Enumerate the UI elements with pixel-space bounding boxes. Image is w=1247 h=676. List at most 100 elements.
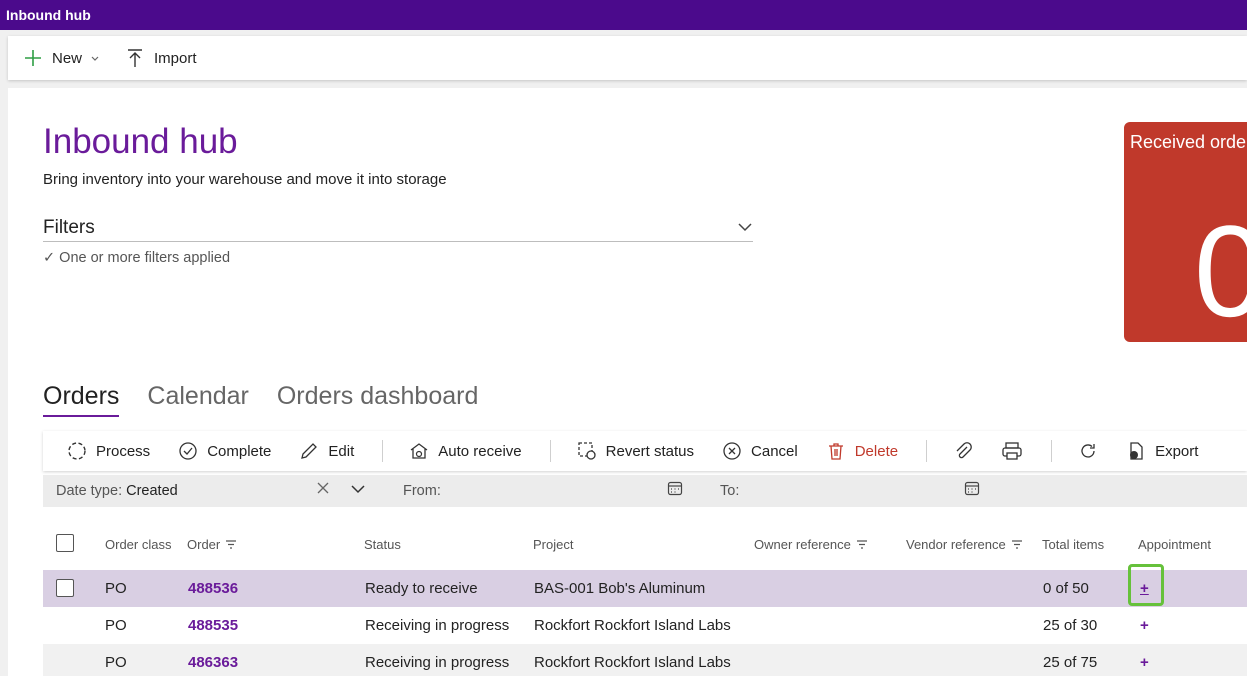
add-appointment-button[interactable]: + xyxy=(1140,617,1149,634)
filters-applied-note: ✓ One or more filters applied xyxy=(43,250,231,266)
filters-toggle[interactable]: Filters xyxy=(43,214,753,242)
trash-icon xyxy=(826,441,846,461)
paperclip-icon[interactable] xyxy=(953,441,973,461)
toolbar-divider xyxy=(549,440,551,462)
revert-status-button[interactable]: Revert status xyxy=(577,441,694,461)
cell-status: Receiving in progress xyxy=(365,617,510,634)
tile-title: Received orders xyxy=(1130,132,1247,152)
column-header-status[interactable]: Status xyxy=(364,537,401,552)
tile-count: 0 xyxy=(1194,198,1247,342)
process-label: Process xyxy=(96,442,151,460)
process-button[interactable]: Process xyxy=(67,441,150,461)
page-title: Inbound hub xyxy=(43,122,238,161)
revert-icon xyxy=(577,441,597,461)
column-header-label: Appointment xyxy=(1138,537,1211,552)
cell-project: Rockfort Rockfort Island Labs xyxy=(534,654,731,671)
plus-icon xyxy=(24,49,42,67)
command-bar: New Import xyxy=(8,36,1247,80)
date-type-label: Date type: xyxy=(56,483,123,499)
column-header-owner-reference[interactable]: Owner reference xyxy=(754,537,867,552)
cell-status: Receiving in progress xyxy=(365,654,510,671)
calendar-icon[interactable] xyxy=(964,480,980,496)
filters-label: Filters xyxy=(43,216,95,238)
cell-status: Ready to receive xyxy=(365,580,478,597)
check-circle-icon xyxy=(178,441,198,461)
column-header-appointment[interactable]: Appointment xyxy=(1138,537,1211,552)
cancel-icon xyxy=(722,441,742,461)
date-filter-row: Date type: Created From: To: xyxy=(43,475,1247,507)
table-row[interactable]: PO 488535 Receiving in progress Rockfort… xyxy=(43,607,1247,644)
cell-order-class: PO xyxy=(105,580,127,597)
column-header-label: Order class xyxy=(105,537,172,552)
auto-receive-button[interactable]: Auto receive xyxy=(409,441,522,461)
column-header-label: Owner reference xyxy=(754,537,851,552)
date-type-value: Created xyxy=(126,483,178,499)
add-appointment-button[interactable]: + xyxy=(1140,580,1149,597)
cell-order-class: PO xyxy=(105,654,127,671)
process-icon xyxy=(67,441,87,461)
grid-toolbar: Process Complete Edit Auto receive Rever… xyxy=(43,431,1247,471)
order-link[interactable]: 488535 xyxy=(188,617,238,634)
complete-label: Complete xyxy=(207,442,272,460)
order-link[interactable]: 486363 xyxy=(188,654,238,671)
column-header-order[interactable]: Order xyxy=(187,537,237,552)
filter-icon[interactable] xyxy=(1011,540,1022,549)
cell-total-items: 0 of 50 xyxy=(1043,580,1089,597)
toolbar-divider xyxy=(1051,440,1053,462)
column-header-project[interactable]: Project xyxy=(533,537,573,552)
export-label: Export xyxy=(1155,442,1199,460)
add-appointment-button[interactable]: + xyxy=(1140,654,1149,671)
column-header-vendor-reference[interactable]: Vendor reference xyxy=(906,537,1022,552)
filter-icon[interactable] xyxy=(856,540,867,549)
calendar-icon[interactable] xyxy=(667,480,683,496)
tab-calendar[interactable]: Calendar xyxy=(147,382,248,417)
received-orders-tile[interactable]: Received orders 0 xyxy=(1124,122,1247,342)
toolbar-divider xyxy=(382,440,384,462)
edit-label: Edit xyxy=(328,442,355,460)
to-date-label: To: xyxy=(720,483,740,499)
cancel-label: Cancel xyxy=(751,442,798,460)
table-row[interactable]: PO 486363 Receiving in progress Rockfort… xyxy=(43,644,1247,676)
from-date-label: From: xyxy=(403,483,441,499)
refresh-icon[interactable] xyxy=(1078,441,1098,461)
cell-order-class: PO xyxy=(105,617,127,634)
column-header-total-items[interactable]: Total items xyxy=(1042,537,1104,552)
cancel-button[interactable]: Cancel xyxy=(722,441,798,461)
table-row[interactable]: PO 488536 Ready to receive BAS-001 Bob's… xyxy=(43,564,1247,607)
pencil-icon xyxy=(299,441,319,461)
delete-label: Delete xyxy=(854,442,899,460)
cell-project: Rockfort Rockfort Island Labs xyxy=(534,617,731,634)
tab-strip: Orders Calendar Orders dashboard xyxy=(43,382,506,417)
auto-receive-label: Auto receive xyxy=(438,442,522,460)
cell-total-items: 25 of 30 xyxy=(1043,617,1098,634)
print-icon[interactable] xyxy=(1001,441,1023,461)
order-link[interactable]: 488536 xyxy=(188,580,238,597)
import-button[interactable]: Import xyxy=(126,48,197,68)
tab-orders[interactable]: Orders xyxy=(43,382,120,417)
filter-icon[interactable] xyxy=(226,540,237,549)
import-button-label: Import xyxy=(154,49,197,67)
column-header-order-class[interactable]: Order class xyxy=(105,537,171,552)
column-header-label: Order xyxy=(187,537,221,552)
main-panel: Inbound hub Bring inventory into your wa… xyxy=(8,88,1247,676)
auto-receive-icon xyxy=(409,441,429,461)
column-header-label: Total items xyxy=(1042,537,1105,552)
clear-icon[interactable] xyxy=(316,481,330,495)
delete-button[interactable]: Delete xyxy=(826,441,898,461)
chevron-down-icon[interactable] xyxy=(350,484,366,494)
row-checkbox[interactable] xyxy=(56,579,74,597)
edit-button[interactable]: Edit xyxy=(299,441,354,461)
export-button[interactable]: Export xyxy=(1126,441,1198,461)
chevron-down-icon xyxy=(737,219,753,237)
cell-total-items: 25 of 75 xyxy=(1043,654,1098,671)
chevron-down-icon xyxy=(90,53,100,63)
date-type-select[interactable]: Date type: Created xyxy=(56,483,178,499)
new-button[interactable]: New xyxy=(24,49,100,67)
upload-icon xyxy=(126,48,144,68)
export-icon xyxy=(1126,441,1146,461)
new-button-label: New xyxy=(52,49,83,67)
column-header-label: Status xyxy=(364,537,401,552)
complete-button[interactable]: Complete xyxy=(178,441,271,461)
select-all-checkbox[interactable] xyxy=(56,534,74,552)
tab-orders-dashboard[interactable]: Orders dashboard xyxy=(277,382,479,417)
